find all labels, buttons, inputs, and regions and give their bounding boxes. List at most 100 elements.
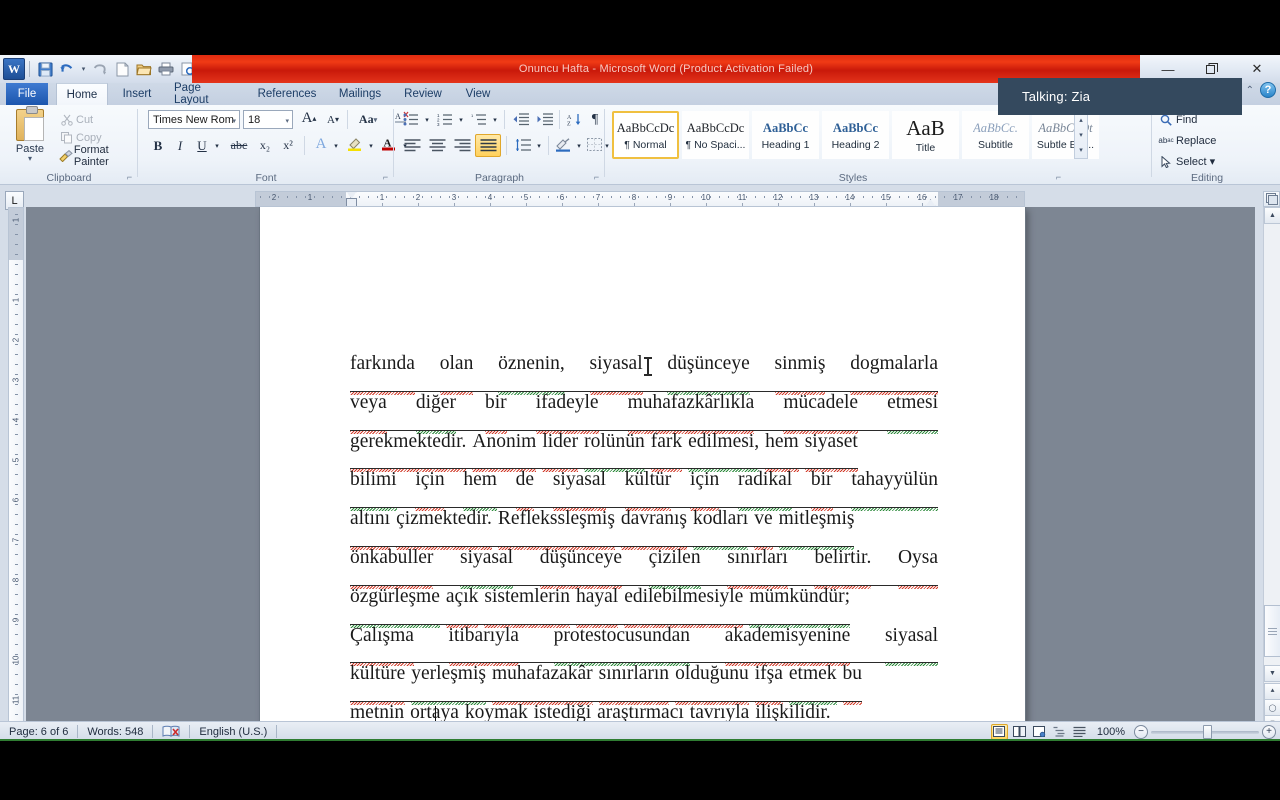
- undo-icon[interactable]: [57, 59, 77, 79]
- document-line[interactable]: kültüre yerleşmiş muhafazakâr sınırların…: [350, 663, 938, 706]
- gallery-scroll-down-icon[interactable]: ▾: [1079, 131, 1083, 139]
- document-word[interactable]: rolünün: [584, 431, 645, 473]
- document-word[interactable]: Çalışma: [350, 625, 414, 667]
- style-tile-heading-1[interactable]: AaBbCс Heading 1: [752, 111, 819, 159]
- document-word[interactable]: bilimi: [350, 469, 397, 512]
- styles-gallery-scroll[interactable]: ▴ ▾ ▾: [1074, 111, 1088, 159]
- page-indicator[interactable]: Page: 6 of 6: [0, 724, 77, 740]
- vertical-scrollbar[interactable]: ▲ ▼ ⯅ ◯ ⯆: [1263, 207, 1280, 732]
- tab-page-layout[interactable]: Page Layout: [165, 82, 245, 106]
- styles-dialog-launcher[interactable]: ⌐: [1053, 172, 1064, 183]
- align-right-button[interactable]: [450, 135, 474, 156]
- paragraph-dialog-launcher[interactable]: ⌐: [591, 172, 602, 183]
- document-word[interactable]: tahayyülün: [851, 469, 938, 512]
- document-body-text[interactable]: farkında olan öznenin, siyasal düşünceye…: [350, 353, 939, 725]
- document-word[interactable]: lider: [542, 431, 579, 473]
- bullets-button[interactable]: [400, 109, 422, 130]
- justify-button[interactable]: [475, 134, 501, 157]
- language-indicator[interactable]: English (U.S.): [190, 724, 276, 740]
- scroll-up-button[interactable]: ▲: [1264, 207, 1280, 224]
- increase-indent-button[interactable]: [534, 109, 556, 130]
- multilevel-list-button[interactable]: 1: [468, 109, 490, 130]
- print-layout-view-button[interactable]: [990, 723, 1008, 740]
- tab-mailings[interactable]: Mailings: [329, 83, 391, 105]
- numbering-dropdown-icon[interactable]: ▾: [456, 109, 466, 130]
- outline-view-button[interactable]: [1051, 724, 1068, 740]
- change-case-button[interactable]: Aa ▾: [353, 109, 383, 130]
- zoom-slider-knob[interactable]: [1203, 724, 1212, 739]
- document-word[interactable]: yerleşmiş: [411, 663, 486, 706]
- document-canvas[interactable]: farkında olan öznenin, siyasal düşünceye…: [26, 207, 1255, 725]
- document-word[interactable]: ifşa: [754, 663, 783, 706]
- bullets-dropdown-icon[interactable]: ▾: [422, 109, 432, 130]
- document-word[interactable]: fark: [650, 431, 683, 473]
- subscript-button[interactable]: x₂: [254, 135, 276, 156]
- save-icon[interactable]: [35, 59, 55, 79]
- word-count[interactable]: Words: 548: [78, 724, 152, 740]
- undo-dropdown-icon[interactable]: ▾: [79, 59, 88, 79]
- document-word[interactable]: ve: [754, 508, 773, 550]
- grow-font-button[interactable]: A ▴: [298, 108, 320, 129]
- document-word[interactable]: edilebilmesiyle: [624, 586, 744, 628]
- document-word[interactable]: mümkündür;: [749, 586, 851, 628]
- shrink-font-button[interactable]: A ▾: [322, 109, 344, 130]
- document-line[interactable]: veya diğer bir ifadeyle muhafazkârlıkla …: [350, 392, 939, 434]
- previous-page-button[interactable]: ⯅: [1264, 683, 1280, 700]
- document-word[interactable]: siyaset: [804, 431, 858, 473]
- scroll-down-button[interactable]: ▼: [1264, 665, 1280, 682]
- document-word[interactable]: siyasal: [460, 547, 514, 589]
- document-word[interactable]: etmesi: [887, 392, 939, 434]
- font-size-dropdown-icon[interactable]: ▾: [285, 117, 289, 125]
- style-tile-subtitle[interactable]: AaBbCc. Subtitle: [962, 111, 1029, 159]
- document-word[interactable]: altını: [350, 508, 391, 550]
- line-spacing-button[interactable]: [512, 135, 534, 156]
- clipboard-dialog-launcher[interactable]: ⌐: [124, 172, 135, 183]
- document-word[interactable]: kültür: [624, 469, 672, 512]
- document-line[interactable]: bilimi için hem de siyasal kültür için r…: [350, 469, 938, 512]
- document-word[interactable]: farkında: [350, 353, 415, 395]
- document-word[interactable]: Reflekssleşmiş: [497, 508, 615, 550]
- underline-button[interactable]: U: [192, 135, 212, 156]
- redo-icon[interactable]: [90, 59, 110, 79]
- zoom-slider[interactable]: [1151, 724, 1259, 739]
- document-word[interactable]: gerekmektedir.: [350, 431, 467, 473]
- tab-file[interactable]: File: [6, 83, 48, 105]
- horizontal-ruler[interactable]: 2 1 1 2 3 4 5 6 7 8 9 10 11 12 13 14 15 16 17 18: [255, 191, 1025, 207]
- gallery-more-icon[interactable]: ▾: [1079, 146, 1083, 154]
- document-word[interactable]: mücadele: [783, 392, 859, 434]
- highlight-dropdown-icon[interactable]: ▾: [366, 135, 376, 156]
- decrease-indent-button[interactable]: [510, 109, 532, 130]
- document-line[interactable]: önkabuller siyasal düşünceye çizilen sın…: [350, 547, 939, 589]
- text-effects-button[interactable]: A: [310, 134, 332, 155]
- document-word[interactable]: siyasal: [552, 469, 606, 512]
- document-word[interactable]: de: [515, 469, 535, 512]
- document-word[interactable]: düşünceye: [667, 353, 750, 395]
- tab-review[interactable]: Review: [395, 83, 451, 105]
- vertical-ruler[interactable]: 1 1 2 3 4 5 6 7 8 9 10 11: [8, 207, 24, 725]
- paste-button[interactable]: Paste ▾: [8, 106, 52, 169]
- document-word[interactable]: diğer: [415, 392, 456, 434]
- help-icon[interactable]: ?: [1260, 82, 1276, 98]
- style-tile-normal[interactable]: AaBbCcDc ¶ Normal: [612, 111, 679, 159]
- split-window-button[interactable]: [1263, 191, 1280, 207]
- document-line[interactable]: gerekmektedir. Anonim lider rolünün fark…: [350, 431, 938, 473]
- proofing-errors-icon[interactable]: [153, 724, 189, 740]
- strikethrough-button[interactable]: abc: [226, 135, 252, 156]
- draft-view-button[interactable]: [1071, 724, 1088, 740]
- left-indent-marker[interactable]: [346, 198, 357, 206]
- document-word[interactable]: etmek: [788, 663, 837, 706]
- zoom-in-button[interactable]: +: [1262, 724, 1276, 739]
- document-word[interactable]: sınırları: [727, 547, 788, 589]
- document-word[interactable]: sistemlerin: [484, 586, 570, 628]
- shading-dropdown-icon[interactable]: ▾: [574, 135, 584, 156]
- full-screen-reading-view-button[interactable]: [1011, 724, 1028, 740]
- show-formatting-marks-button[interactable]: ¶: [586, 109, 604, 130]
- document-word[interactable]: veya: [350, 392, 387, 434]
- select-button[interactable]: Select ▾: [1156, 152, 1215, 171]
- collapse-ribbon-icon[interactable]: ⌃: [1246, 85, 1254, 96]
- text-effects-dropdown-icon[interactable]: ▾: [331, 135, 341, 156]
- document-page[interactable]: farkında olan öznenin, siyasal düşünceye…: [260, 207, 1025, 725]
- document-word[interactable]: bu: [842, 663, 863, 706]
- replace-button[interactable]: ab ac Replace: [1156, 131, 1216, 150]
- line-spacing-dropdown-icon[interactable]: ▾: [534, 135, 544, 156]
